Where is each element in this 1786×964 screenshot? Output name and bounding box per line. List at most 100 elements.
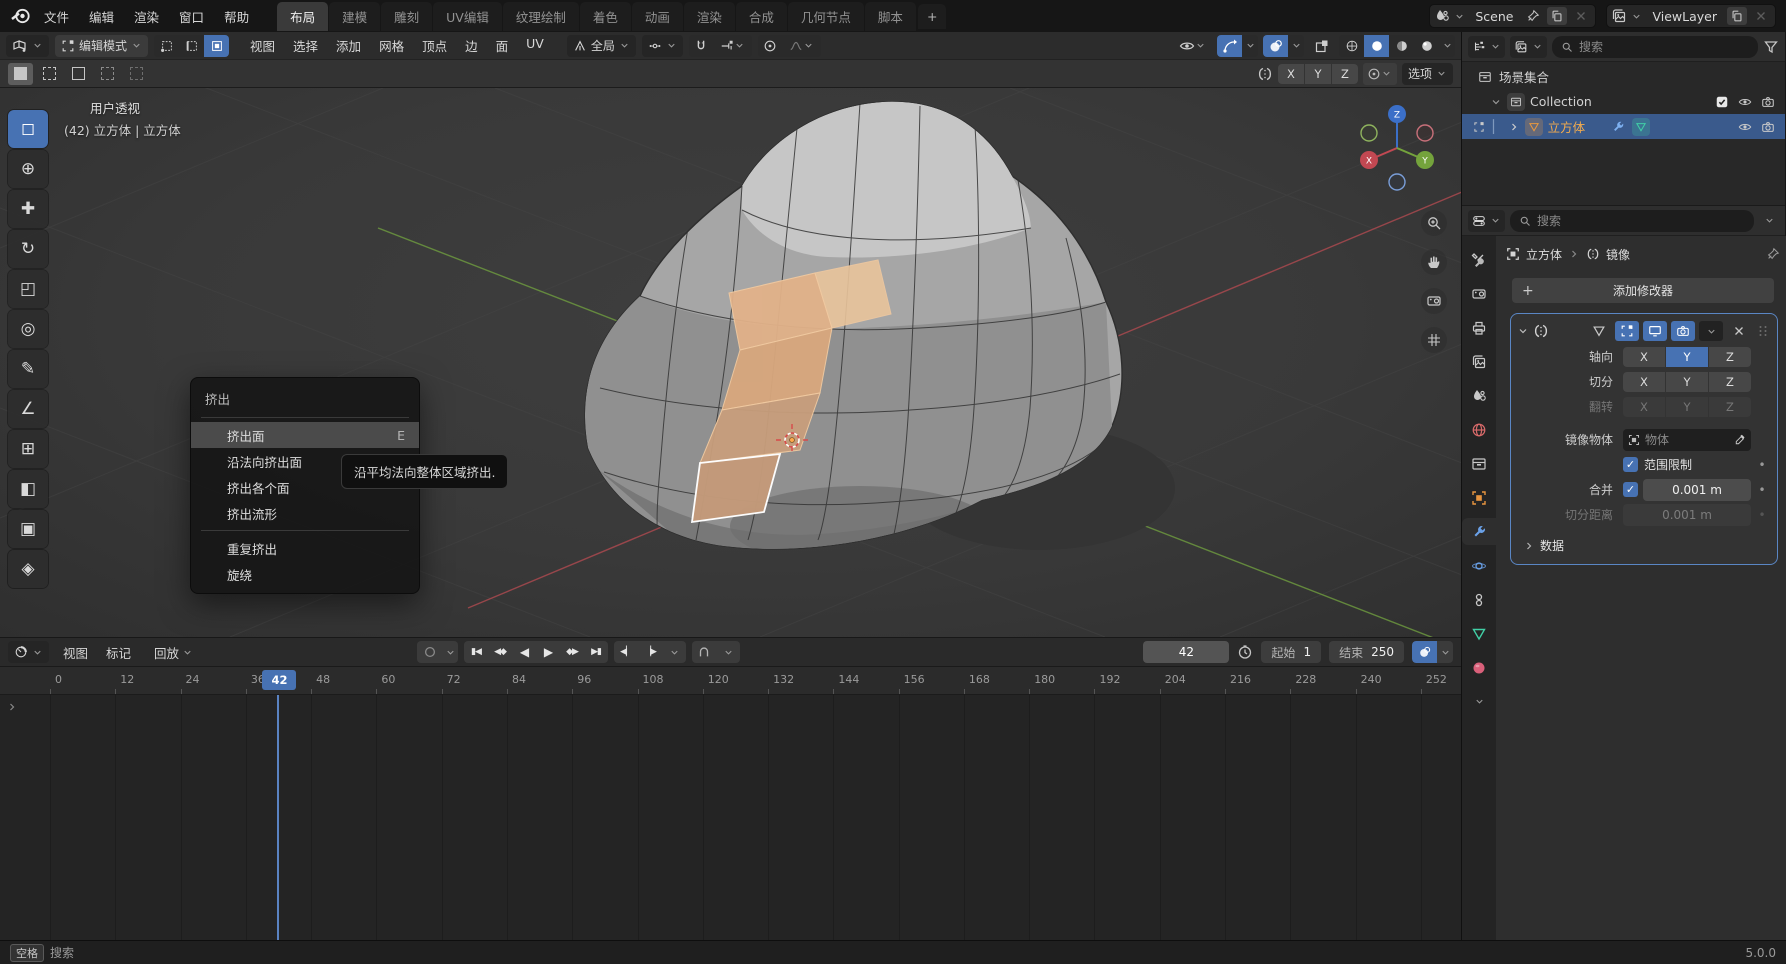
add-workspace-tab[interactable]: + <box>918 4 946 29</box>
vertex-select-button[interactable] <box>154 35 179 57</box>
timeline-body[interactable] <box>0 695 1461 940</box>
timeline-editor-type-button[interactable] <box>8 641 49 663</box>
onion-arch-icon[interactable] <box>692 641 716 663</box>
workspace-tab-布局[interactable]: 布局 <box>277 2 328 31</box>
menu-item-旋绕[interactable]: 旋绕 <box>191 561 419 587</box>
properties-tab-object[interactable] <box>1462 484 1496 511</box>
tool-select-box-button[interactable]: ◻ <box>8 110 48 148</box>
expand-icon[interactable] <box>1508 121 1520 133</box>
breadcrumb-modifier[interactable]: 镜像 <box>1606 246 1630 263</box>
timeline-view-toggle[interactable] <box>1412 641 1437 663</box>
checkbox-icon[interactable] <box>1713 93 1731 111</box>
gizmos-toggle[interactable] <box>1217 35 1242 57</box>
workspace-tab-动画[interactable]: 动画 <box>632 2 683 31</box>
frame-step-dropdown[interactable] <box>662 641 686 663</box>
properties-tab-world[interactable] <box>1462 416 1496 443</box>
workspace-tab-几何节点[interactable]: 几何节点 <box>788 2 864 31</box>
menu-item-挤出面[interactable]: 挤出面E <box>191 422 419 448</box>
decorator-dot[interactable]: • <box>1753 483 1771 497</box>
tool-scale-button[interactable]: ◰ <box>8 270 48 308</box>
eyedropper-icon[interactable] <box>1734 434 1746 446</box>
collection-row[interactable]: Collection <box>1462 89 1785 114</box>
eye-icon[interactable] <box>1736 93 1754 111</box>
viewport-menu-网格[interactable]: 网格 <box>370 32 413 59</box>
shading-dropdown[interactable] <box>1439 35 1455 57</box>
playback-menu[interactable]: 回放 <box>145 639 202 666</box>
current-frame-badge[interactable]: 42 <box>262 670 296 690</box>
chevron-down-icon[interactable] <box>1454 11 1465 22</box>
object-label[interactable]: 立方体 <box>1548 117 1586 136</box>
chevron-down-icon[interactable] <box>1631 11 1642 22</box>
frame-start-field[interactable]: 起始 1 <box>1261 641 1321 663</box>
workspace-tab-雕刻[interactable]: 雕刻 <box>381 2 432 31</box>
workspace-tab-脚本[interactable]: 脚本 <box>865 2 916 31</box>
modifier-bisect-z[interactable]: Z <box>1709 372 1751 392</box>
modifier-wrench-icon[interactable] <box>1609 118 1627 136</box>
snap-target-button[interactable] <box>714 35 752 57</box>
edit-mode-display-toggle[interactable] <box>1615 321 1639 341</box>
overlays-toggle[interactable] <box>1263 35 1288 57</box>
face-select-button[interactable] <box>204 35 229 57</box>
select-mode-extend[interactable] <box>37 63 62 85</box>
properties-search[interactable] <box>1510 210 1754 232</box>
tool-transform-button[interactable]: ◎ <box>8 310 48 348</box>
viewlayer-remove-button[interactable] <box>1751 7 1771 25</box>
jump-to-start-button[interactable]: ▮◀ <box>464 641 488 663</box>
on-cage-toggle[interactable] <box>1587 321 1611 341</box>
decorator-dot[interactable]: • <box>1753 458 1771 472</box>
collapse-icon[interactable] <box>1517 325 1529 337</box>
select-mode-invert[interactable] <box>95 63 120 85</box>
realtime-display-toggle[interactable] <box>1643 321 1667 341</box>
scene-selector[interactable]: Scene <box>1429 4 1596 28</box>
filter-icon[interactable] <box>1763 39 1779 55</box>
tool-annotate-button[interactable]: ✎ <box>8 350 48 388</box>
drag-handle-icon[interactable] <box>1755 323 1771 339</box>
proportional-edit-toggle[interactable] <box>758 35 783 57</box>
tool-move-button[interactable]: ✚ <box>8 190 48 228</box>
pan-hand-icon[interactable] <box>1421 249 1447 275</box>
timeline-menu-标记[interactable]: 标记 <box>97 639 140 666</box>
properties-search-input[interactable] <box>1537 214 1745 228</box>
outliner-search[interactable] <box>1552 36 1758 58</box>
viewport-menu-UV[interactable]: UV <box>517 32 553 59</box>
properties-tab-render[interactable] <box>1462 280 1496 307</box>
tool-cursor-button[interactable]: ⊕ <box>8 150 48 188</box>
camera-view-icon[interactable] <box>1421 288 1447 314</box>
object-row-selected[interactable]: ▏ 立方体 <box>1462 114 1785 139</box>
play-button[interactable]: ▶ <box>536 641 560 663</box>
modifier-axis-y[interactable]: Y <box>1666 347 1708 367</box>
frame-forward-button[interactable]: ▕▶ <box>638 641 662 663</box>
merge-checkbox[interactable]: ✓ <box>1623 482 1638 497</box>
falloff-button[interactable] <box>783 35 821 57</box>
mirror-axis-y[interactable]: Y <box>1305 64 1331 84</box>
shading-wireframe-button[interactable] <box>1339 35 1364 57</box>
playhead[interactable] <box>277 695 279 940</box>
add-modifier-button[interactable]: + 添加修改器 <box>1512 278 1774 303</box>
navigation-gizmo[interactable]: Z X Y <box>1351 102 1443 194</box>
scene-collection-row[interactable]: 场景集合 <box>1462 64 1785 89</box>
workspace-tab-渲染[interactable]: 渲染 <box>684 2 735 31</box>
workspace-tab-纹理绘制[interactable]: 纹理绘制 <box>503 2 579 31</box>
outliner-editor-type-button[interactable] <box>1468 36 1505 58</box>
properties-tab-object-data[interactable] <box>1462 620 1496 647</box>
modifier-bisect-y[interactable]: Y <box>1666 372 1708 392</box>
channel-expand-icon[interactable] <box>6 701 18 716</box>
workspace-tab-UV编辑[interactable]: UV编辑 <box>433 2 502 31</box>
topbar-menu-渲染[interactable]: 渲染 <box>124 3 169 30</box>
viewlayer-copy-button[interactable] <box>1727 7 1747 25</box>
viewport-menu-选择[interactable]: 选择 <box>284 32 327 59</box>
properties-tab-material[interactable] <box>1462 654 1496 681</box>
mirror-object-input[interactable] <box>1645 433 1729 447</box>
play-reverse-button[interactable]: ◀ <box>512 641 536 663</box>
shading-solid-button[interactable] <box>1364 35 1389 57</box>
clock-icon[interactable] <box>1237 644 1253 660</box>
tool-add-cube-button[interactable]: ⊞ <box>8 430 48 468</box>
outliner-display-mode-button[interactable] <box>1510 36 1547 58</box>
scene-unlink-button[interactable] <box>1571 7 1591 25</box>
viewport-menu-视图[interactable]: 视图 <box>241 32 284 59</box>
shading-rendered-button[interactable] <box>1414 35 1439 57</box>
tool-inset-faces-button[interactable]: ▣ <box>8 510 48 548</box>
menu-item-重复挤出[interactable]: 重复挤出 <box>191 535 419 561</box>
delete-modifier-button[interactable] <box>1727 321 1751 341</box>
options-dropdown[interactable]: 选项 <box>1402 63 1453 85</box>
